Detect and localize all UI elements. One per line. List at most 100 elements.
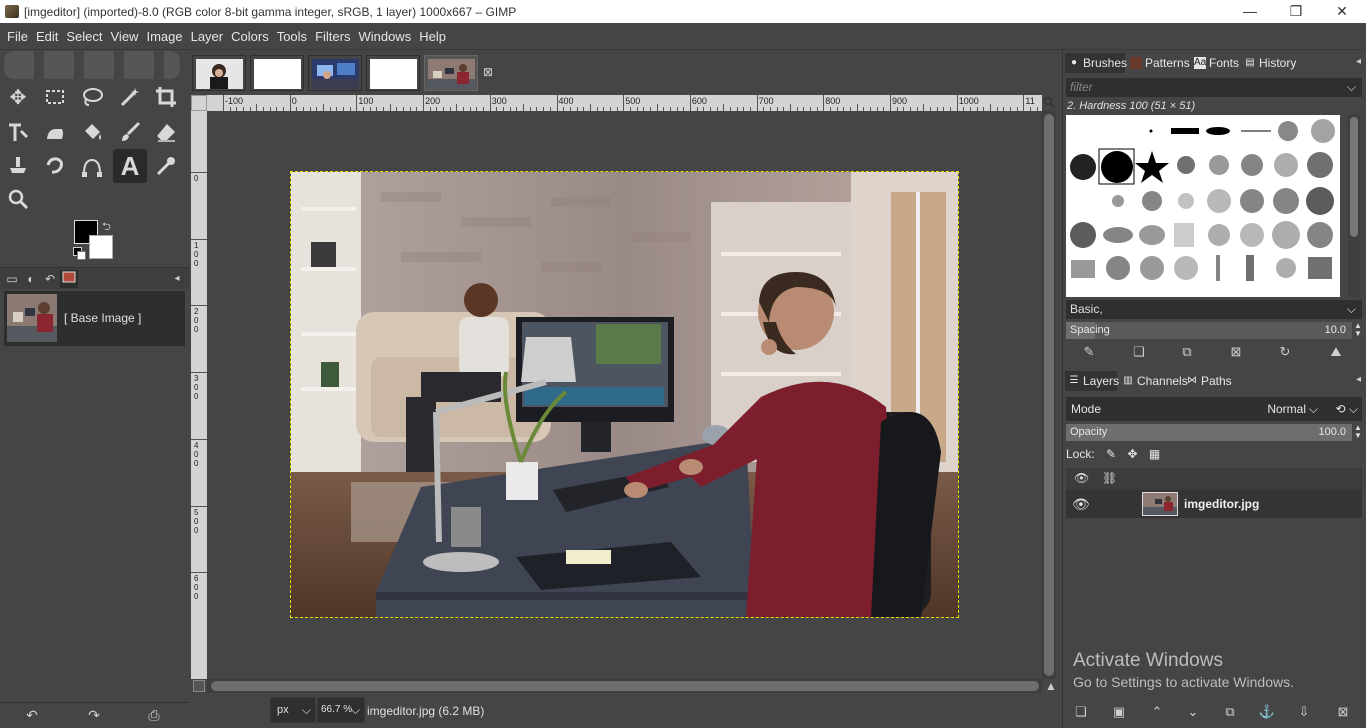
ruler-corner[interactable] [191, 95, 207, 111]
redo-icon[interactable]: ↷ [83, 707, 105, 725]
image-tab-blank-1[interactable] [250, 55, 304, 91]
default-colors-icon[interactable] [73, 247, 86, 260]
vertical-scrollbar[interactable] [1042, 111, 1056, 679]
lock-position-icon[interactable]: ✥ [1127, 447, 1137, 461]
composite-mode-icon[interactable]: ⟲ ⌵ [1336, 397, 1359, 421]
dock-menu-icon[interactable]: ◂ [1356, 56, 1361, 67]
image-tab-blank-2[interactable] [366, 55, 420, 91]
text-tool-icon[interactable]: A [113, 149, 147, 183]
zoom-tool-icon[interactable] [3, 184, 33, 214]
brush-set-select[interactable]: Basic, ⌵ [1066, 300, 1362, 319]
menu-colors[interactable]: Colors [227, 23, 273, 50]
tab-patterns[interactable]: Patterns [1127, 53, 1190, 73]
paths-tool-icon[interactable] [77, 151, 107, 181]
unit-select[interactable]: px ⌵ [270, 697, 316, 723]
menu-help[interactable]: Help [415, 23, 450, 50]
horizontal-scrollbar[interactable] [207, 679, 1042, 693]
images-tab-icon[interactable] [60, 270, 78, 288]
spin-arrows-icon[interactable]: ▲ ▼ [1354, 424, 1364, 440]
open-brush-as-image-icon[interactable]: ⛰ [1326, 344, 1346, 362]
menu-tools[interactable]: Tools [273, 23, 311, 50]
lasso-tool-icon[interactable] [77, 82, 107, 112]
navigate-icon[interactable]: ▲ [1042, 679, 1060, 695]
horizontal-ruler[interactable]: -100 0 100 200 300 400 500 600 700 800 900 1000 11 [207, 95, 1042, 111]
menu-layer[interactable]: Layer [187, 23, 228, 50]
brush-grid-scrollbar[interactable] [1348, 115, 1360, 297]
refresh-brushes-icon[interactable]: ↻ [1275, 344, 1295, 362]
canvas-image[interactable] [290, 171, 959, 618]
menu-view[interactable]: View [107, 23, 143, 50]
fuzzy-select-tool-icon[interactable] [115, 82, 145, 112]
dock-menu-icon[interactable]: ◂ [168, 270, 186, 288]
lock-pixels-icon[interactable]: ✎ [1106, 447, 1116, 461]
chevron-down-icon[interactable]: ⌵ [1347, 78, 1356, 97]
color-picker-tool-icon[interactable] [151, 151, 181, 181]
device-status-tab-icon[interactable]: ◐ [22, 270, 40, 288]
swap-colors-icon[interactable]: ⮌ [102, 218, 111, 237]
menu-edit[interactable]: Edit [32, 23, 62, 50]
close-button[interactable]: ✕ [1319, 0, 1365, 23]
image-canvas[interactable] [207, 111, 1042, 679]
tab-channels[interactable]: ▥ Channels [1119, 371, 1187, 391]
brush-filter-input[interactable]: filter ⌵ [1066, 78, 1362, 97]
close-tab-icon[interactable]: ⊠ [483, 65, 493, 79]
duplicate-layer-icon[interactable]: ⧉ [1220, 704, 1240, 722]
vertical-scroll-thumb[interactable] [1044, 114, 1054, 676]
background-color-swatch[interactable] [89, 235, 113, 259]
image-tab-imgeditor[interactable] [424, 55, 478, 91]
menu-filters[interactable]: Filters [311, 23, 354, 50]
tool-options-tab-icon[interactable]: ▭ [3, 270, 21, 288]
image-tab-portrait[interactable] [192, 55, 246, 91]
menu-windows[interactable]: Windows [354, 23, 415, 50]
new-layer-group-icon[interactable]: ▣ [1109, 704, 1129, 722]
tab-paths[interactable]: ⋈ Paths [1183, 371, 1232, 391]
image-tab-office[interactable] [308, 55, 362, 91]
spacing-slider[interactable]: Spacing 10.0 ▲ ▼ [1066, 322, 1362, 339]
new-layer-icon[interactable]: ❏ [1071, 704, 1091, 722]
zoom-select[interactable]: 66.7 % ⌵ [317, 697, 365, 723]
menu-select[interactable]: Select [62, 23, 106, 50]
lower-layer-icon[interactable]: ⌄ [1183, 704, 1203, 722]
duplicate-brush-icon[interactable]: ⧉ [1177, 344, 1197, 362]
bucket-fill-tool-icon[interactable] [77, 117, 107, 147]
opacity-slider[interactable]: Opacity 100.0 ▲ ▼ [1066, 424, 1362, 441]
menu-image[interactable]: Image [142, 23, 186, 50]
horizontal-scroll-thumb[interactable] [211, 681, 1039, 691]
eye-icon[interactable]: 👁 [1072, 496, 1090, 513]
unified-transform-tool-icon[interactable] [3, 117, 33, 147]
smudge-tool-icon[interactable] [40, 151, 70, 181]
spin-arrows-icon[interactable]: ▲ ▼ [1354, 322, 1364, 338]
anchor-layer-icon[interactable]: ⚓ [1257, 704, 1277, 722]
layer-row[interactable]: 👁 imgeditor.jpg [1066, 490, 1362, 518]
tab-history[interactable]: ▤ History [1241, 53, 1296, 73]
minimize-button[interactable]: — [1227, 0, 1273, 23]
menu-file[interactable]: File [3, 23, 32, 50]
raise-layer-icon[interactable]: ⌃ [1147, 704, 1167, 722]
clone-tool-icon[interactable] [3, 151, 33, 181]
layer-mode-select[interactable]: Mode Normal ⌵ ⟲ ⌵ [1066, 397, 1362, 421]
merge-layer-icon[interactable]: ⇩ [1294, 704, 1314, 722]
lock-alpha-icon[interactable]: ▦ [1149, 447, 1160, 461]
brush-scroll-thumb[interactable] [1350, 117, 1358, 237]
rect-select-tool-icon[interactable] [40, 82, 70, 112]
undo-icon[interactable]: ↶ [21, 707, 43, 725]
maximize-button[interactable]: ❐ [1273, 0, 1319, 23]
tab-fonts[interactable]: Aa Fonts [1191, 53, 1239, 73]
dock-menu-icon[interactable]: ◂ [1356, 374, 1361, 385]
paintbrush-tool-icon[interactable] [115, 117, 145, 147]
tab-layers[interactable]: ☰ Layers [1065, 371, 1119, 391]
delete-layer-icon[interactable]: ⊠ [1333, 704, 1353, 722]
clear-history-icon[interactable]: ⎙ [143, 707, 165, 725]
undo-history-tab-icon[interactable]: ↶ [41, 270, 59, 288]
quick-mask-toggle[interactable] [193, 680, 205, 692]
crop-tool-icon[interactable] [151, 82, 181, 112]
move-tool-icon[interactable]: ✥ [3, 82, 33, 112]
warp-tool-icon[interactable] [40, 117, 70, 147]
tab-brushes[interactable]: ● Brushes [1065, 53, 1127, 73]
delete-brush-icon[interactable]: ⊠ [1226, 344, 1246, 362]
new-brush-icon[interactable]: ❏ [1129, 344, 1149, 362]
vertical-ruler[interactable]: 0 100 200 300 400 500 600 [191, 111, 207, 679]
edit-brush-icon[interactable]: ✎ [1079, 344, 1099, 362]
eraser-tool-icon[interactable] [151, 117, 181, 147]
zoom-image-icon[interactable] [1042, 96, 1056, 110]
